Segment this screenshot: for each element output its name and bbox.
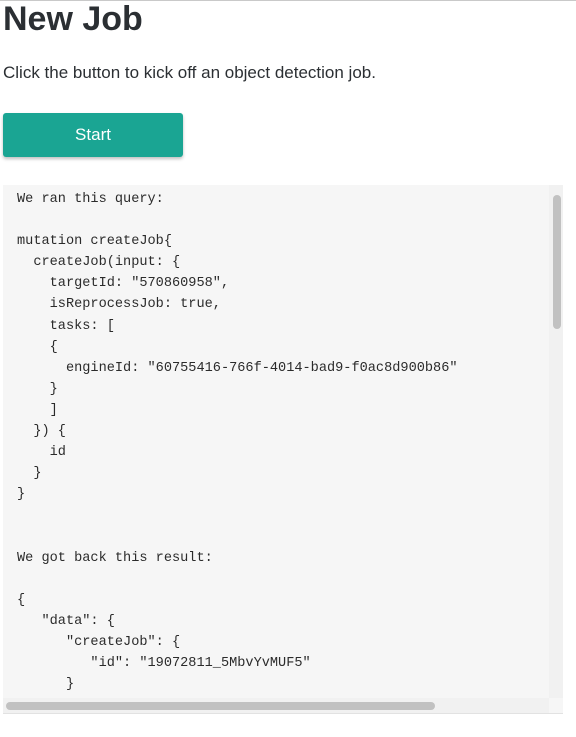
query-heading: We ran this query: [17,192,164,207]
query-line: mutation createJob{ [17,234,172,250]
job-output-panel[interactable]: We ran this query: mutation createJob{ c… [3,185,563,714]
query-line: { [17,339,58,355]
query-line: }) { [17,424,66,440]
start-button[interactable]: Start [3,113,183,157]
query-line: isReprocessJob: true, [17,297,221,313]
query-line: engineId: "60755416-766f-4014-bad9-f0ac8… [17,360,458,376]
horizontal-scrollbar-thumb[interactable] [6,702,435,710]
result-line: } [17,677,75,693]
query-line: targetId: "570860958", [17,276,230,292]
query-line: id [17,445,66,461]
query-line: } [17,487,26,503]
vertical-scrollbar[interactable] [549,185,563,698]
result-heading: We got back this result: [17,550,213,566]
query-line: } [17,466,42,482]
query-line: tasks: [ [17,318,115,334]
job-output-code: We ran this query: mutation createJob{ c… [17,189,458,713]
result-line: { [17,592,26,608]
page-title: New Job [3,0,143,38]
vertical-scrollbar-thumb[interactable] [553,195,561,329]
result-line: "data": { [17,613,115,629]
result-line: "createJob": { [17,634,181,650]
query-line: } [17,381,58,397]
query-line: createJob(input: { [17,255,181,271]
result-line: "id": "19072811_5MbvYvMUF5" [17,656,311,672]
query-line: ] [17,402,58,418]
intro-text: Click the button to kick off an object d… [3,63,376,82]
horizontal-scrollbar[interactable] [3,698,549,713]
